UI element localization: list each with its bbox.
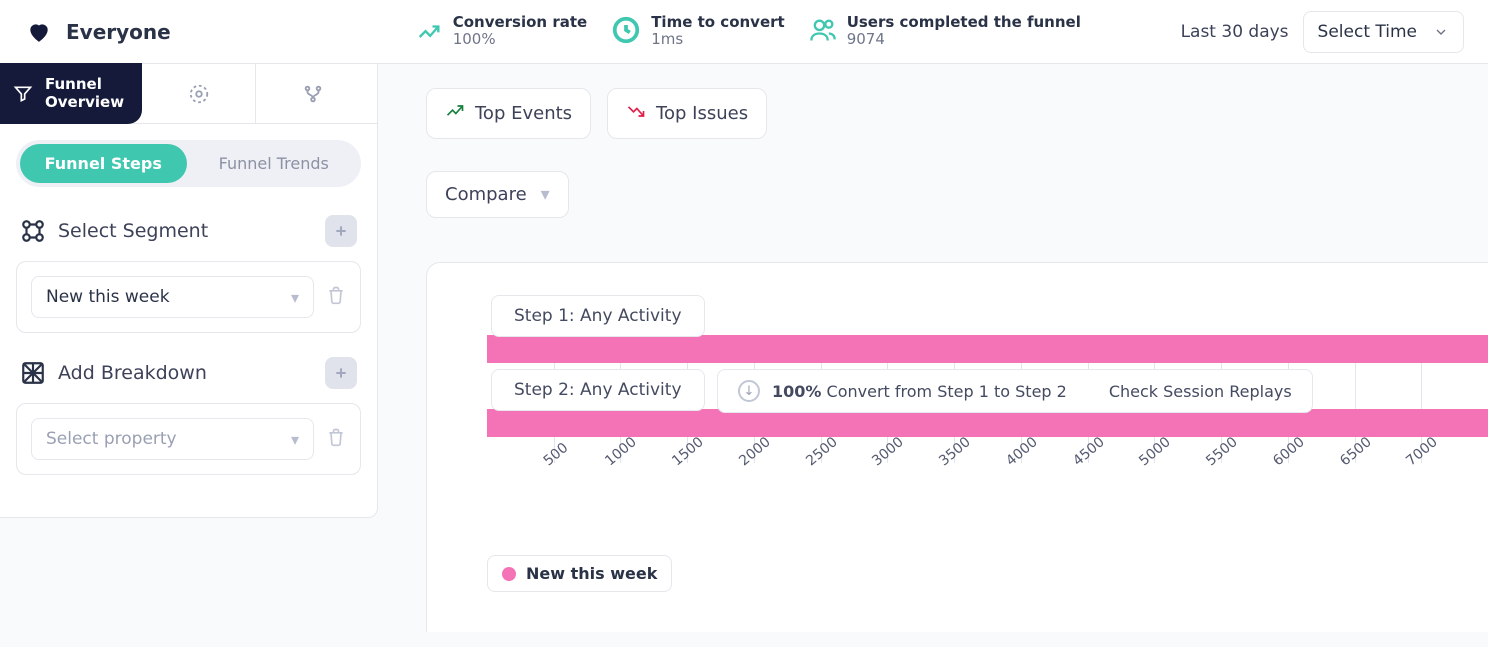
segment-label: Select Segment (58, 220, 313, 242)
axis-tick: 5500 (1203, 434, 1241, 469)
axis-tick: 3000 (870, 434, 908, 469)
breakdown-placeholder: Select property (46, 429, 283, 449)
axis-tick: 4000 (1003, 434, 1041, 469)
segment-card: New this week ▾ (16, 261, 361, 333)
top-events-button[interactable]: Top Events (426, 88, 591, 139)
metric-conversion-value: 100% (453, 30, 587, 50)
breakdown-label: Add Breakdown (58, 362, 313, 384)
pill-funnel-trends[interactable]: Funnel Trends (191, 144, 358, 183)
sidebar-tabs: Funnel Overview (0, 64, 377, 124)
breakdown-icon (20, 360, 46, 386)
axis-tick: 500 (540, 440, 571, 469)
pill-funnel-steps[interactable]: Funnel Steps (20, 144, 187, 183)
bar-row: Step 1: Any Activity (487, 309, 1488, 363)
pill-tabs: Funnel Steps Funnel Trends (16, 140, 361, 187)
metric-users-value: 9074 (847, 30, 1081, 50)
bar (487, 335, 1488, 363)
delete-segment-button[interactable] (326, 285, 346, 309)
target-icon (188, 83, 210, 105)
compare-label: Compare (445, 184, 527, 205)
legend-label: New this week (526, 564, 657, 583)
axis-tick: 6500 (1337, 434, 1375, 469)
plus-icon (333, 365, 349, 381)
metric-time: Time to convert 1ms (611, 14, 785, 50)
axis-tick: 1500 (669, 434, 707, 469)
plus-icon (333, 223, 349, 239)
convert-pct: 100% (772, 382, 821, 401)
axis-tick: 2500 (803, 434, 841, 469)
funnel-icon (13, 84, 33, 104)
step-label: Step 1: Any Activity (491, 295, 705, 337)
chart-legend: New this week (487, 555, 672, 592)
axis-tick: 4500 (1070, 434, 1108, 469)
download-circle-icon: ↓ (738, 380, 760, 402)
segment-value: New this week (46, 287, 283, 307)
axis-tick: 2000 (736, 434, 774, 469)
segment-select[interactable]: New this week ▾ (31, 276, 314, 318)
time-range-label: Last 30 days (1181, 22, 1289, 42)
add-segment-button[interactable] (325, 215, 357, 247)
heart-icon (26, 19, 52, 45)
top-events-label: Top Events (475, 103, 572, 124)
time-group: Last 30 days Select Time (1181, 11, 1464, 53)
metric-time-label: Time to convert (651, 14, 785, 31)
add-breakdown-button[interactable] (325, 357, 357, 389)
select-time-dropdown[interactable]: Select Time (1303, 11, 1464, 53)
legend-dot-icon (502, 567, 516, 581)
trash-icon (326, 427, 346, 447)
trend-down-icon (626, 101, 646, 126)
caret-down-icon: ▾ (541, 184, 550, 205)
tab-funnel-overview[interactable]: Funnel Overview (0, 63, 142, 124)
session-replay-link[interactable]: Check Session Replays (1109, 382, 1292, 401)
tab-line1: Funnel (45, 76, 124, 93)
metrics-row: Conversion rate 100% Time to convert 1ms… (415, 14, 1081, 50)
segment-header: Select Segment (16, 209, 361, 261)
top-bar: Everyone Conversion rate 100% Time to co… (0, 0, 1488, 64)
axis-tick: 1000 (603, 434, 641, 469)
sidebar: Funnel Overview Funnel Steps Funnel Tren… (0, 64, 378, 518)
step-label: Step 2: Any Activity (491, 369, 705, 411)
chevron-down-icon (1433, 24, 1449, 40)
bar-row: Step 2: Any Activity↓100% Convert from S… (487, 383, 1488, 437)
funnel-chart: Step 1: Any Activity Step 2: Any Activity… (487, 309, 1488, 517)
compare-dropdown[interactable]: Compare ▾ (426, 171, 569, 218)
caret-down-icon: ▾ (291, 430, 299, 449)
axis-tick: 5000 (1137, 434, 1175, 469)
delete-breakdown-button[interactable] (326, 427, 346, 451)
toolbar: Top Events Top Issues Compare ▾ (426, 88, 1488, 218)
chart-panel: Step 1: Any Activity Step 2: Any Activity… (426, 262, 1488, 632)
users-icon (809, 16, 837, 48)
bar (487, 409, 1488, 437)
top-issues-button[interactable]: Top Issues (607, 88, 767, 139)
axis-tick: 7000 (1403, 434, 1441, 469)
metric-conversion: Conversion rate 100% (415, 14, 587, 50)
chart-up-icon (415, 16, 443, 48)
tab-secondary-2[interactable] (256, 64, 370, 123)
top-issues-label: Top Issues (656, 103, 748, 124)
tab-secondary-1[interactable] (142, 64, 256, 123)
axis-tick: 6000 (1270, 434, 1308, 469)
trash-icon (326, 285, 346, 305)
x-axis: 5001000150020002500300035004000450050005… (487, 457, 1488, 517)
segment-icon (20, 218, 46, 244)
breakdown-header: Add Breakdown (16, 351, 361, 403)
brand: Everyone (26, 19, 171, 45)
brand-label: Everyone (66, 20, 171, 44)
convert-box: ↓ 100% Convert from Step 1 to Step 2 Check… (717, 369, 1313, 413)
axis-tick: 3500 (936, 434, 974, 469)
metric-users: Users completed the funnel 9074 (809, 14, 1081, 50)
caret-down-icon: ▾ (291, 288, 299, 307)
breakdown-select[interactable]: Select property ▾ (31, 418, 314, 460)
tab-line2: Overview (45, 94, 124, 111)
select-time-label: Select Time (1318, 22, 1417, 42)
metric-users-label: Users completed the funnel (847, 14, 1081, 31)
branch-icon (302, 83, 324, 105)
trend-up-icon (445, 101, 465, 126)
main-panel: Top Events Top Issues Compare ▾ Step 1: … (378, 64, 1488, 632)
convert-text: Convert from Step 1 to Step 2 (827, 382, 1067, 401)
metric-time-value: 1ms (651, 30, 785, 50)
breakdown-card: Select property ▾ (16, 403, 361, 475)
metric-conversion-label: Conversion rate (453, 14, 587, 31)
clock-icon (611, 15, 641, 49)
